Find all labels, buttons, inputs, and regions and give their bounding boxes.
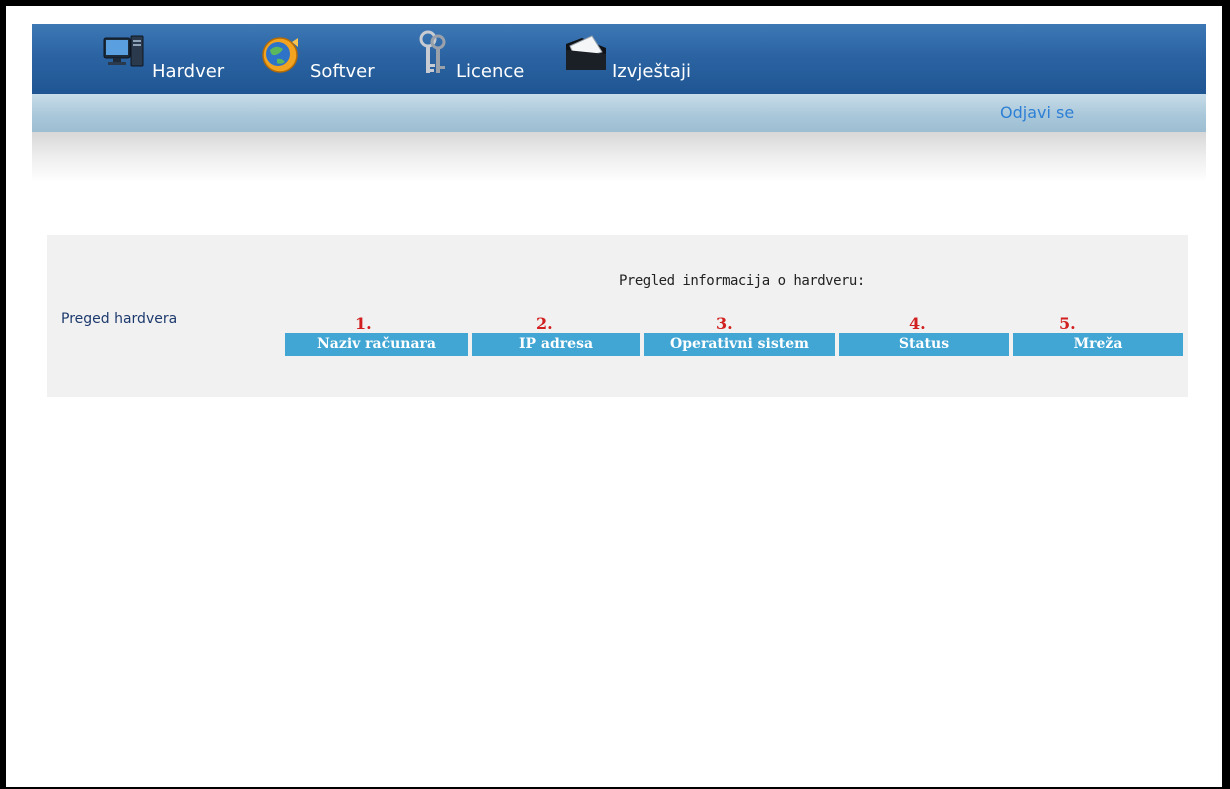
nav-item-izvjestaji[interactable]: Izvještaji — [562, 34, 732, 84]
folder-reports-icon — [562, 30, 610, 78]
hardware-panel: Preged hardvera Pregled informacija o ha… — [47, 235, 1188, 397]
column-header-status[interactable]: Status — [839, 333, 1009, 356]
keys-icon — [415, 30, 451, 82]
column-header-computer-name[interactable]: Naziv računara — [285, 333, 468, 356]
nav-item-licence[interactable]: Licence — [415, 30, 555, 84]
software-globe-icon — [258, 32, 304, 80]
column-number-3: 3. — [716, 314, 733, 333]
header-shadow — [32, 132, 1206, 182]
sidebar-link-hardware-overview[interactable]: Preged hardvera — [61, 311, 177, 327]
column-number-2: 2. — [536, 314, 553, 333]
top-navigation-bar: Hardver Softver Licence Izvještaji — [32, 24, 1206, 94]
nav-label-licence: Licence — [456, 61, 525, 82]
column-number-5: 5. — [1059, 314, 1076, 333]
column-header-ip-address[interactable]: IP adresa — [472, 333, 640, 356]
column-header-network[interactable]: Mreža — [1013, 333, 1183, 356]
panel-title: Pregled informacija o hardveru: — [619, 273, 865, 289]
nav-label-hardver: Hardver — [152, 61, 225, 82]
computer-icon — [102, 34, 146, 80]
nav-item-hardver[interactable]: Hardver — [102, 34, 242, 84]
column-number-1: 1. — [355, 314, 372, 333]
logout-link[interactable]: Odjavi se — [1000, 103, 1074, 122]
nav-label-softver: Softver — [310, 61, 375, 82]
column-header-operating-system[interactable]: Operativni sistem — [644, 333, 835, 356]
nav-label-izvjestaji: Izvještaji — [612, 61, 691, 82]
nav-item-softver[interactable]: Softver — [258, 34, 398, 84]
sub-bar: Odjavi se — [32, 94, 1206, 132]
column-number-4: 4. — [909, 314, 926, 333]
